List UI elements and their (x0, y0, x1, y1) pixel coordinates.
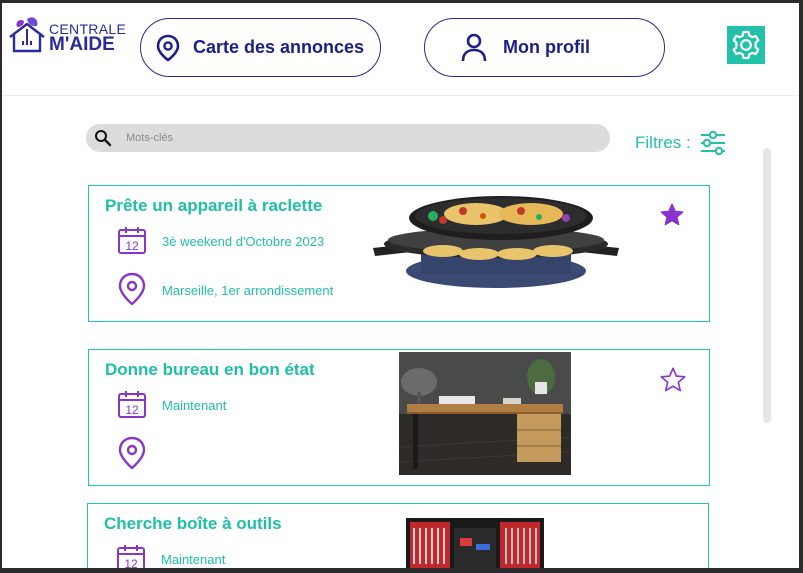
search-bar (86, 124, 610, 152)
filters-label: Filtres : (635, 133, 691, 152)
calendar-day: 12 (124, 557, 138, 568)
profile-button[interactable]: Mon profil (424, 18, 665, 77)
listing-card[interactable]: Prête un appareil à raclette 12 3è weeke… (88, 185, 710, 322)
listing-card[interactable]: Cherche boîte à outils 12 Maintenant (87, 503, 709, 568)
listing-date: Maintenant (161, 552, 226, 567)
settings-button[interactable] (727, 26, 765, 64)
app-window: CENTRALE M'AIDE Carte des annonces Mon p… (2, 3, 799, 568)
listing-card[interactable]: Donne bureau en bon état 12 Maintenant (88, 349, 710, 486)
logo-line2: M'AIDE (49, 34, 115, 55)
header: CENTRALE M'AIDE Carte des annonces Mon p… (2, 3, 799, 96)
calendar-day: 12 (125, 403, 139, 417)
listing-title: Prête un appareil à raclette (105, 196, 323, 215)
favorite-star-icon[interactable] (659, 202, 685, 228)
house-leaf-icon (9, 17, 45, 53)
gear-icon (732, 30, 760, 60)
search-icon[interactable] (94, 129, 112, 147)
search-input[interactable] (126, 127, 596, 149)
raclette-grill-image (371, 196, 621, 291)
listing-location: Marseille, 1er arrondissement (162, 283, 334, 298)
listing-date: 3è weekend d'Octobre 2023 (162, 234, 325, 249)
logo[interactable]: CENTRALE M'AIDE (7, 15, 126, 57)
location-pin-icon (118, 436, 146, 470)
filters-button[interactable]: Filtres : (635, 130, 727, 156)
wooden-desk-image (399, 352, 571, 475)
map-button-label: Carte des annonces (193, 37, 365, 57)
calendar-icon: 12 (118, 227, 146, 254)
listing-title: Cherche boîte à outils (104, 514, 282, 533)
toolbox-image (400, 514, 550, 568)
listing-title: Donne bureau en bon état (105, 360, 315, 379)
profile-button-label: Mon profil (503, 37, 590, 57)
listing-date: Maintenant (162, 398, 227, 413)
sliders-icon (700, 130, 725, 156)
favorite-star-icon[interactable] (659, 366, 687, 394)
scrollbar[interactable] (763, 148, 771, 423)
map-button[interactable]: Carte des annonces (140, 18, 381, 77)
calendar-icon: 12 (117, 545, 145, 568)
location-pin-icon (156, 34, 180, 62)
location-pin-icon (118, 272, 146, 306)
calendar-day: 12 (125, 239, 139, 253)
calendar-icon: 12 (118, 391, 146, 418)
user-icon (461, 33, 487, 61)
